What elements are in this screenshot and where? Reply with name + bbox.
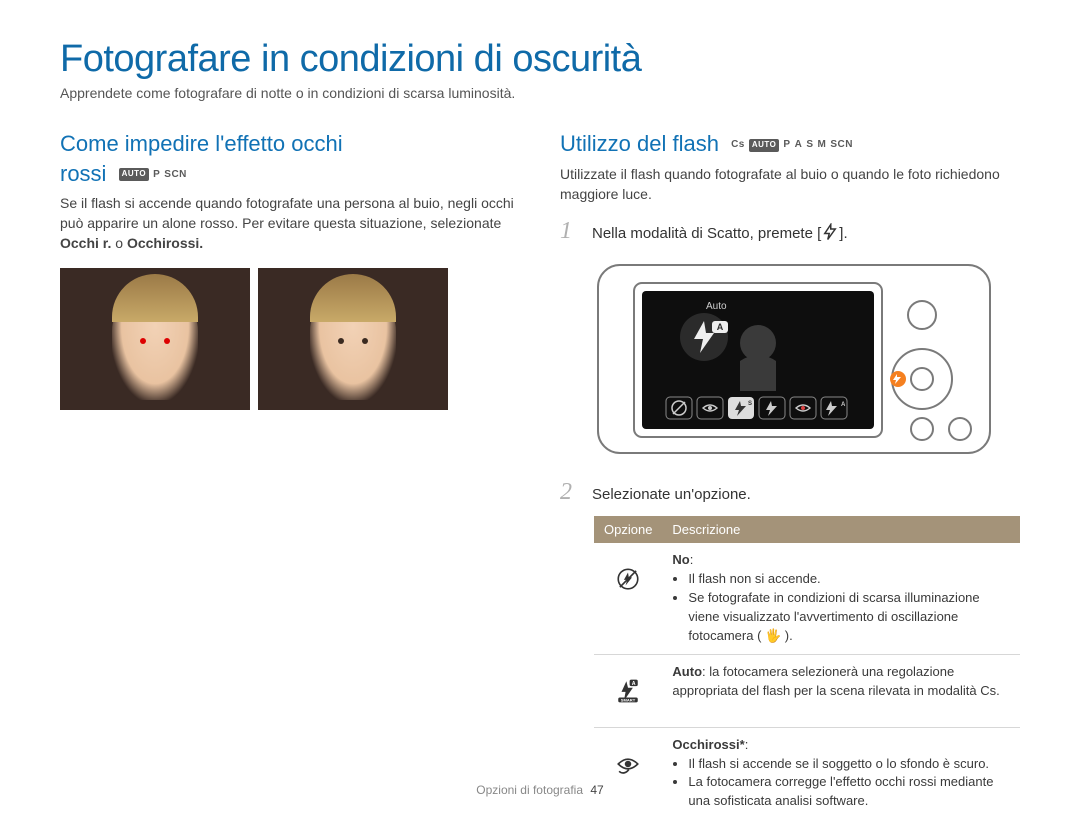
- options-table: Opzione Descrizione No: Il flash non si …: [594, 516, 1020, 819]
- th-option: Opzione: [594, 516, 662, 543]
- row0-b0: Il flash non si accende.: [688, 570, 1010, 589]
- row1-text: : la fotocamera selezionerà una regolazi…: [672, 664, 999, 698]
- step-1-number: 1: [560, 218, 578, 245]
- step-2-number: 2: [560, 479, 578, 506]
- left-body-mid: o: [111, 235, 127, 251]
- mode-badges-right: Cs AUTO P A S M SCN: [731, 138, 853, 152]
- mode-p: P: [783, 138, 790, 152]
- left-body: Se il flash si accende quando fotografat…: [60, 194, 516, 254]
- figure-row: [60, 268, 516, 410]
- camera-screen-label: Auto: [706, 301, 727, 312]
- camera-illustration: A Auto S A: [594, 255, 994, 463]
- flash-opt-slow: S: [728, 397, 754, 419]
- table-row: Occhirossi*: Il flash si accende se il s…: [594, 727, 1020, 819]
- svg-text:A: A: [841, 402, 846, 408]
- page-footer: Opzioni di fotografia 47: [0, 783, 1080, 797]
- mode-auto-badge: AUTO: [749, 139, 780, 152]
- row1-title: Auto: [672, 664, 702, 679]
- left-column: Come impedire l'effetto occhi rossi AUTO…: [60, 129, 516, 819]
- mode-p-badge: P: [153, 168, 160, 182]
- flash-smart-auto-icon: A SMART: [604, 663, 652, 719]
- right-heading-text: Utilizzo del flash: [560, 131, 719, 156]
- row0-title: No: [672, 552, 689, 567]
- row0-b1: Se fotografate in condizioni di scarsa i…: [688, 589, 1010, 646]
- table-row: No: Il flash non si accende. Se fotograf…: [594, 543, 1020, 654]
- footer-page-number: 47: [590, 783, 603, 797]
- svg-text:A: A: [632, 681, 636, 687]
- left-heading-line1: Come impedire l'effetto occhi: [60, 131, 343, 156]
- step-1-text-a: Nella modalità di Scatto, premete [: [592, 225, 821, 242]
- mode-badges-left: AUTO P SCN: [119, 168, 187, 182]
- left-heading: Come impedire l'effetto occhi rossi AUTO…: [60, 129, 516, 188]
- svg-text:A: A: [717, 322, 724, 332]
- th-desc: Descrizione: [662, 516, 1020, 543]
- step-2: 2 Selezionate un'opzione.: [560, 479, 1020, 506]
- page-title: Fotografare in condizioni di oscurità: [60, 38, 1020, 81]
- mode-cs: Cs: [731, 138, 745, 152]
- mode-scn: SCN: [830, 138, 853, 152]
- footer-section: Opzioni di fotografia: [476, 783, 583, 797]
- mode-s: S: [806, 138, 813, 152]
- row0-desc: No: Il flash non si accende. Se fotograf…: [662, 543, 1020, 654]
- right-heading: Utilizzo del flash Cs AUTO P A S M SCN: [560, 129, 1020, 159]
- mode-scn-badge: SCN: [164, 168, 187, 182]
- left-body-bold2: Occhirossi.: [127, 235, 203, 251]
- left-body-bold1: Occhi r.: [60, 235, 111, 251]
- flash-off-icon: [604, 551, 652, 607]
- row2-title: Occhirossi*: [672, 737, 744, 752]
- photo-red-eye: [60, 268, 250, 410]
- left-heading-line2: rossi: [60, 161, 106, 186]
- step-1-text: Nella modalità di Scatto, premete [].: [592, 223, 848, 244]
- mode-auto-badge: AUTO: [119, 168, 150, 181]
- step-2-text: Selezionate un'opzione.: [592, 484, 751, 505]
- flash-icon: [821, 223, 839, 241]
- left-body-part1: Se il flash si accende quando fotografat…: [60, 195, 514, 231]
- photo-corrected: [258, 268, 448, 410]
- row2-desc: Occhirossi*: Il flash si accende se il s…: [662, 727, 1020, 819]
- step-1-text-b: ].: [839, 225, 847, 242]
- svg-text:SMART: SMART: [621, 697, 636, 702]
- svg-text:S: S: [748, 401, 752, 407]
- step-1: 1 Nella modalità di Scatto, premete [].: [560, 218, 1020, 245]
- right-body: Utilizzate il flash quando fotografate a…: [560, 165, 1020, 205]
- row1-desc: Auto: la fotocamera selezionerà una rego…: [662, 654, 1020, 727]
- mode-a: A: [795, 138, 803, 152]
- table-row: A SMART Auto: la fotocamera selezionerà u…: [594, 654, 1020, 727]
- row2-b0: Il flash si accende se il soggetto o lo …: [688, 755, 1010, 774]
- mode-m: M: [817, 138, 826, 152]
- right-column: Utilizzo del flash Cs AUTO P A S M SCN U…: [560, 129, 1020, 819]
- intro-text: Apprendete come fotografare di notte o i…: [60, 85, 1020, 101]
